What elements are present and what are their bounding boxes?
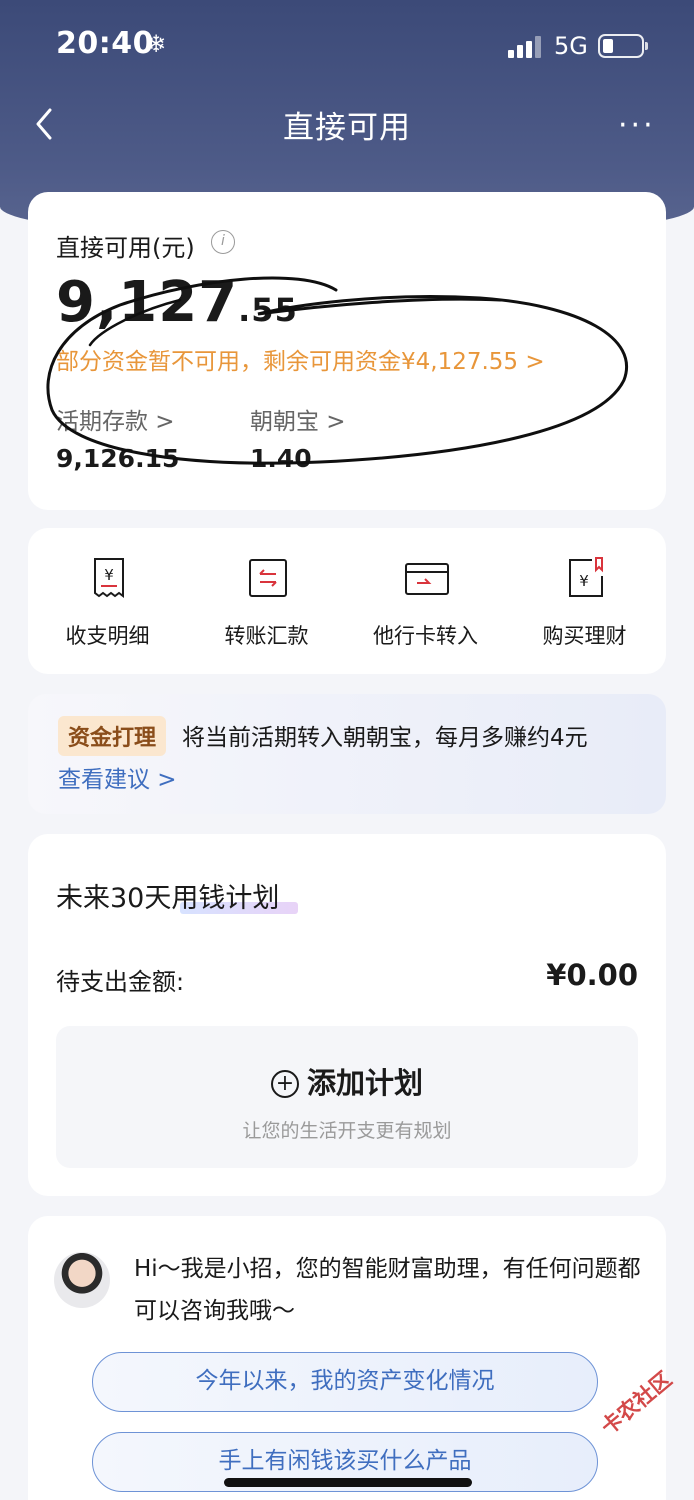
question-chip[interactable]: 今年以来，我的资产变化情况 bbox=[92, 1352, 598, 1412]
nav-bar: 直接可用 ··· bbox=[0, 92, 694, 156]
action-label: 收支明细 bbox=[65, 624, 150, 648]
signal-icon bbox=[508, 36, 541, 58]
action-other-card-in[interactable]: 他行卡转入 bbox=[346, 528, 505, 674]
spending-plan-card: 未来30天用钱计划 待支出金额: ¥0.00 + 添加计划 让您的生活开支更有规划 bbox=[28, 834, 666, 1196]
add-circle-icon: + bbox=[270, 1070, 299, 1098]
action-buy-wealth[interactable]: ¥ 购买理财 bbox=[505, 528, 664, 674]
action-transfer[interactable]: 转账汇款 bbox=[187, 528, 346, 674]
svg-text:¥: ¥ bbox=[104, 566, 114, 584]
add-plan-label: 添加计划 bbox=[306, 1066, 423, 1100]
svg-text:¥: ¥ bbox=[579, 572, 589, 590]
add-plan-button[interactable]: + 添加计划 让您的生活开支更有规划 bbox=[56, 1026, 638, 1168]
card-transfer-in-icon bbox=[405, 563, 449, 595]
fund-management-tag: 资金打理 bbox=[58, 716, 167, 756]
pending-amount-value: ¥0.00 bbox=[546, 958, 638, 992]
buy-wealth-icon: ¥ bbox=[569, 557, 603, 597]
network-label: 5G bbox=[554, 32, 588, 60]
balance-amount-decimal: .55 bbox=[238, 291, 298, 329]
balance-card: 直接可用(元) i 9,127.55 部分资金暂不可用，剩余可用资金¥4,127… bbox=[28, 192, 666, 510]
action-label: 他行卡转入 bbox=[373, 624, 478, 648]
quick-actions-card: ¥ 收支明细 转账汇款 他行卡转入 ¥ 购买理财 bbox=[28, 528, 666, 674]
receipt-yen-icon: ¥ bbox=[94, 558, 124, 598]
action-label: 转账汇款 bbox=[224, 624, 309, 648]
more-icon[interactable]: ··· bbox=[618, 108, 656, 143]
fund-suggestion-card[interactable]: 资金打理 将当前活期转入朝朝宝，每月多赚约4元 查看建议 > bbox=[28, 694, 666, 814]
plan-title: 未来30天用钱计划 bbox=[56, 883, 280, 914]
assistant-greeting: Hi～我是小招，您的智能财富助理，有任何问题都可以咨询我哦～ bbox=[134, 1256, 641, 1324]
balance-amount-integer: 9,127 bbox=[56, 270, 239, 335]
pending-amount-label: 待支出金额: bbox=[56, 968, 185, 996]
zhaozhaobao-link[interactable]: 朝朝宝 > bbox=[250, 402, 346, 436]
suggestion-text: 将当前活期转入朝朝宝，每月多赚约4元 bbox=[182, 725, 588, 751]
snowflake-icon: ❄ bbox=[146, 30, 167, 58]
action-income-expense[interactable]: ¥ 收支明细 bbox=[28, 528, 187, 674]
assistant-card: Hi～我是小招，您的智能财富助理，有任何问题都可以咨询我哦～ 今年以来，我的资产… bbox=[28, 1216, 666, 1500]
status-time: 20:40 bbox=[56, 26, 154, 61]
view-suggestion-link[interactable]: 查看建议 > bbox=[58, 760, 177, 794]
balance-label: 直接可用(元) bbox=[56, 234, 195, 262]
current-deposit-link[interactable]: 活期存款 > bbox=[56, 402, 175, 436]
balance-amount: 9,127.55 bbox=[56, 270, 298, 335]
add-plan-subtitle: 让您的生活开支更有规划 bbox=[242, 1120, 452, 1142]
assistant-avatar bbox=[54, 1252, 110, 1308]
home-indicator bbox=[224, 1478, 472, 1487]
page-title: 直接可用 bbox=[283, 110, 411, 146]
info-icon[interactable]: i bbox=[211, 230, 235, 254]
zhaozhaobao-value: 1.40 bbox=[250, 444, 312, 473]
current-deposit-value: 9,126.15 bbox=[56, 444, 180, 473]
action-label: 购买理财 bbox=[542, 624, 627, 648]
transfer-icon bbox=[249, 559, 287, 597]
status-bar: 20:40 ❄ 5G bbox=[0, 0, 694, 92]
battery-icon bbox=[598, 34, 648, 58]
partial-unavailable-notice[interactable]: 部分资金暂不可用，剩余可用资金¥4,127.55 > bbox=[56, 342, 545, 376]
